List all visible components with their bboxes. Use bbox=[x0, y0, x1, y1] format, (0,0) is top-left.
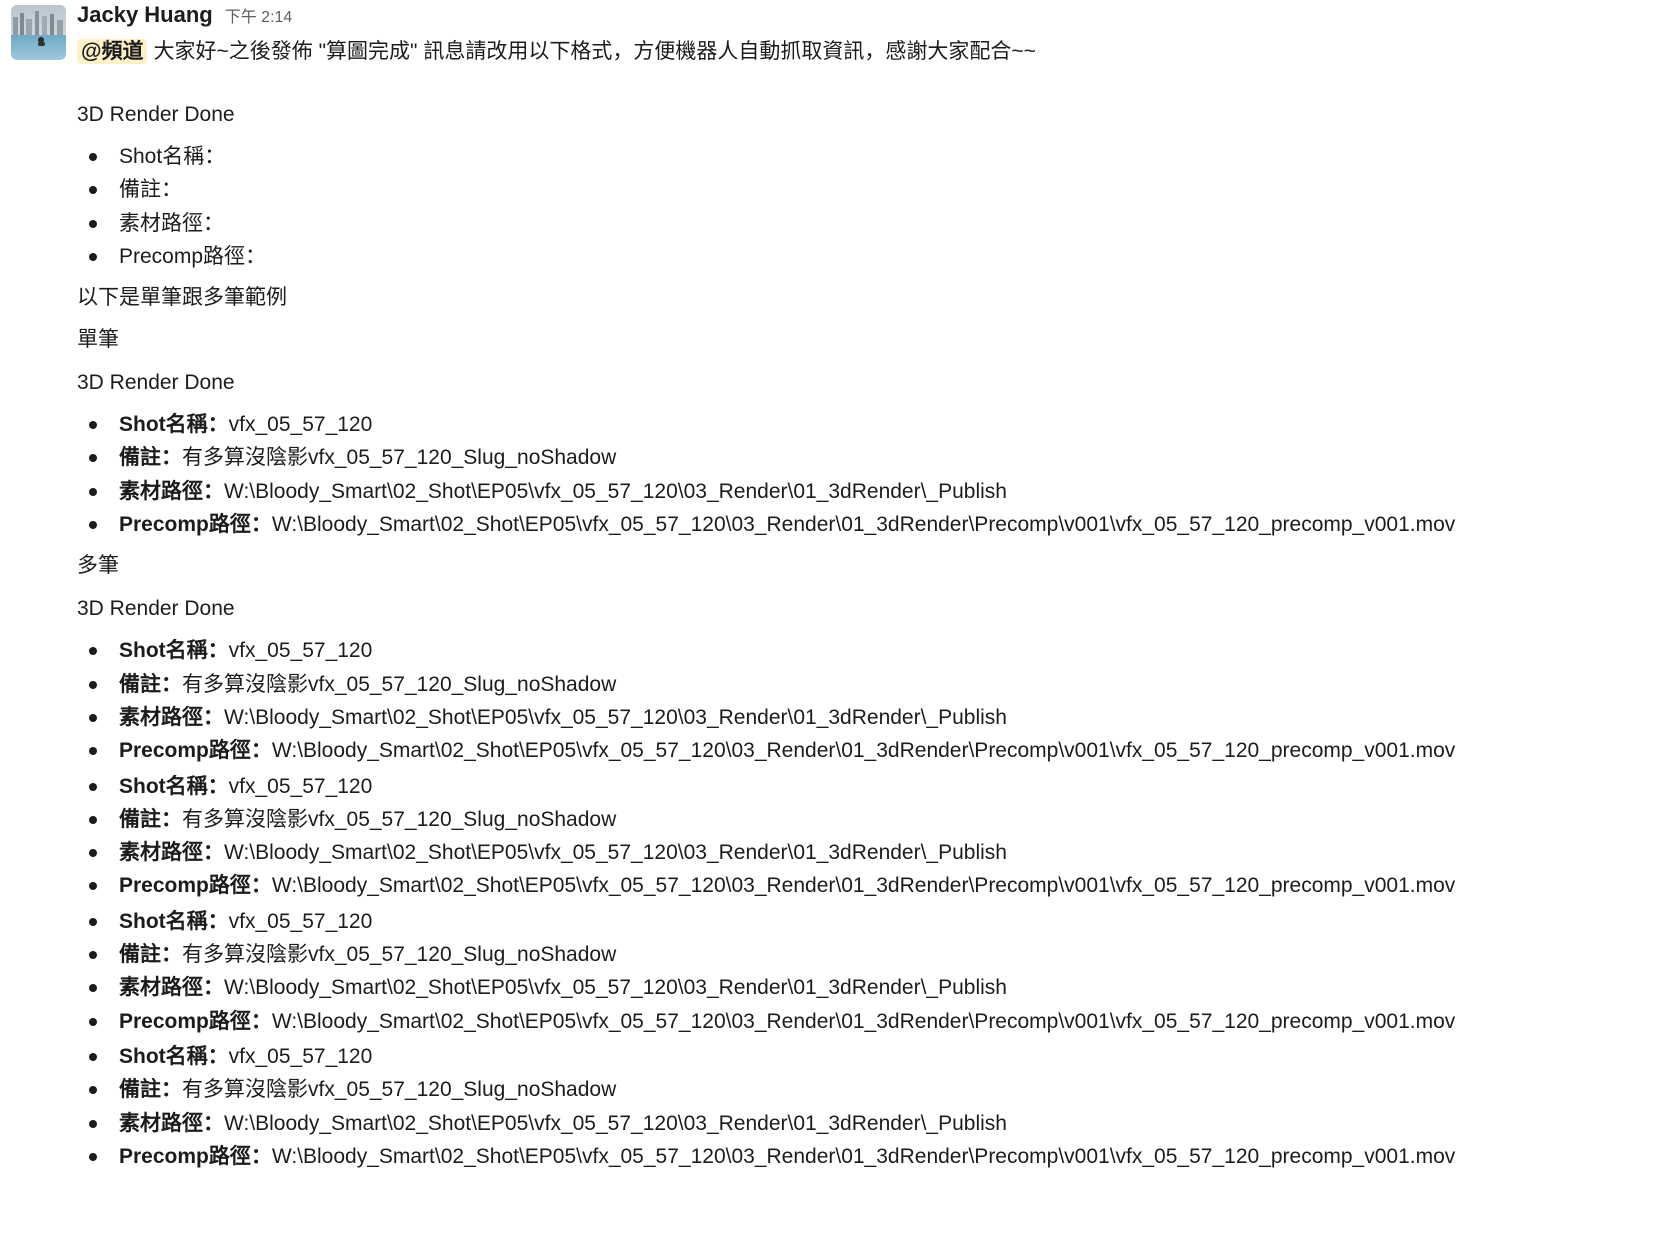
list-item: Precomp路徑：W:\Bloody_Smart\02_Shot\EP05\v… bbox=[77, 1005, 1667, 1038]
shot-label: Shot名稱： bbox=[119, 639, 229, 663]
precomp-label: Precomp路徑： bbox=[119, 1144, 272, 1168]
multi-entry-list-3: Shot名稱：vfx_05_57_120 備註：有多算沒陰影vfx_05_57_… bbox=[77, 905, 1667, 1038]
template-list: Shot名稱： 備註： 素材路徑： Precomp路徑： bbox=[77, 140, 1667, 273]
list-item: Shot名稱：vfx_05_57_120 bbox=[77, 905, 1667, 938]
precomp-label: Precomp路徑： bbox=[119, 874, 272, 898]
precomp-path: W:\Bloody_Smart\02_Shot\EP05\vfx_05_57_1… bbox=[271, 739, 1456, 763]
message-header: Jacky Huang 下午 2:14 bbox=[77, 0, 1667, 36]
asset-path: W:\Bloody_Smart\02_Shot\EP05\vfx_05_57_1… bbox=[224, 705, 1007, 729]
note-label: 備註： bbox=[119, 807, 182, 831]
template-heading: 3D Render Done bbox=[77, 103, 235, 126]
list-item: Precomp路徑： bbox=[77, 240, 1667, 273]
list-item: Shot名稱：vfx_05_57_120 bbox=[77, 770, 1667, 803]
list-item: 備註： bbox=[77, 173, 1667, 206]
list-item: 備註：有多算沒陰影vfx_05_57_120_Slug_noShadow bbox=[77, 1073, 1667, 1106]
list-item: 備註：有多算沒陰影vfx_05_57_120_Slug_noShadow bbox=[77, 803, 1667, 836]
message-intro: @頻道 大家好~之後發佈 "算圖完成" 訊息請改用以下格式，方便機器人自動抓取資訊… bbox=[77, 36, 1667, 68]
multi-entry-list-4: Shot名稱：vfx_05_57_120 備註：有多算沒陰影vfx_05_57_… bbox=[77, 1040, 1667, 1173]
message-timestamp[interactable]: 下午 2:14 bbox=[225, 3, 293, 27]
shot-value: vfx_05_57_120 bbox=[228, 909, 373, 933]
single-entry-list: Shot名稱：vfx_05_57_120 備註：有多算沒陰影vfx_05_57_… bbox=[77, 408, 1667, 541]
channel-mention[interactable]: @頻道 bbox=[77, 39, 148, 64]
precomp-path: W:\Bloody_Smart\02_Shot\EP05\vfx_05_57_1… bbox=[271, 1144, 1456, 1168]
list-item: 備註：有多算沒陰影vfx_05_57_120_Slug_noShadow bbox=[77, 668, 1667, 701]
intro-text: 大家好~之後發佈 "算圖完成" 訊息請改用以下格式，方便機器人自動抓取資訊，感謝… bbox=[153, 40, 1036, 63]
precomp-path: W:\Bloody_Smart\02_Shot\EP05\vfx_05_57_1… bbox=[271, 1009, 1456, 1033]
message-content: Jacky Huang 下午 2:14 @頻道 大家好~之後發佈 "算圖完成" 訊… bbox=[77, 0, 1667, 1173]
list-item: Precomp路徑：W:\Bloody_Smart\02_Shot\EP05\v… bbox=[77, 508, 1667, 541]
precomp-path: W:\Bloody_Smart\02_Shot\EP05\vfx_05_57_1… bbox=[271, 513, 1456, 537]
list-item: 素材路徑：W:\Bloody_Smart\02_Shot\EP05\vfx_05… bbox=[77, 475, 1667, 508]
shot-value: vfx_05_57_120 bbox=[228, 774, 373, 798]
shot-label: Shot名稱： bbox=[119, 413, 229, 437]
asset-path: W:\Bloody_Smart\02_Shot\EP05\vfx_05_57_1… bbox=[224, 841, 1007, 865]
list-item: 素材路徑：W:\Bloody_Smart\02_Shot\EP05\vfx_05… bbox=[77, 836, 1667, 869]
list-item: 備註：有多算沒陰影vfx_05_57_120_Slug_noShadow bbox=[77, 938, 1667, 971]
multi-entry-list-1: Shot名稱：vfx_05_57_120 備註：有多算沒陰影vfx_05_57_… bbox=[77, 634, 1667, 767]
asset-label: 素材路徑： bbox=[119, 841, 224, 865]
shot-label: Shot名稱： bbox=[119, 909, 229, 933]
note-value: 有多算沒陰影vfx_05_57_120_Slug_noShadow bbox=[182, 807, 617, 831]
asset-label: 素材路徑： bbox=[119, 1111, 224, 1135]
list-item: Precomp路徑：W:\Bloody_Smart\02_Shot\EP05\v… bbox=[77, 734, 1667, 767]
asset-path: W:\Bloody_Smart\02_Shot\EP05\vfx_05_57_1… bbox=[224, 976, 1007, 1000]
list-item: 備註：有多算沒陰影vfx_05_57_120_Slug_noShadow bbox=[77, 441, 1667, 474]
list-item: 素材路徑：W:\Bloody_Smart\02_Shot\EP05\vfx_05… bbox=[77, 971, 1667, 1004]
single-heading: 3D Render Done bbox=[77, 371, 235, 395]
note-label: 備註： bbox=[119, 446, 182, 470]
precomp-path: W:\Bloody_Smart\02_Shot\EP05\vfx_05_57_1… bbox=[271, 874, 1456, 898]
note-value: 有多算沒陰影vfx_05_57_120_Slug_noShadow bbox=[182, 1078, 617, 1102]
note-label: 備註： bbox=[119, 1078, 182, 1102]
multi-label: 多筆 bbox=[77, 554, 119, 578]
list-item: 素材路徑：W:\Bloody_Smart\02_Shot\EP05\vfx_05… bbox=[77, 1107, 1667, 1140]
multi-entry-list-2: Shot名稱：vfx_05_57_120 備註：有多算沒陰影vfx_05_57_… bbox=[77, 770, 1667, 903]
shot-value: vfx_05_57_120 bbox=[228, 1044, 373, 1068]
note-value: 有多算沒陰影vfx_05_57_120_Slug_noShadow bbox=[182, 672, 617, 696]
asset-label: 素材路徑： bbox=[119, 976, 224, 1000]
sender-name[interactable]: Jacky Huang bbox=[77, 2, 213, 28]
note-label: 備註： bbox=[119, 943, 182, 967]
asset-path: W:\Bloody_Smart\02_Shot\EP05\vfx_05_57_1… bbox=[224, 479, 1007, 503]
note-value: 有多算沒陰影vfx_05_57_120_Slug_noShadow bbox=[182, 943, 617, 967]
list-item: Shot名稱：vfx_05_57_120 bbox=[77, 1040, 1667, 1073]
multi-heading: 3D Render Done bbox=[77, 597, 235, 621]
list-item: Shot名稱： bbox=[77, 140, 1667, 173]
note-label: 備註： bbox=[119, 672, 182, 696]
shot-label: Shot名稱： bbox=[119, 1044, 229, 1068]
list-item: Shot名稱：vfx_05_57_120 bbox=[77, 408, 1667, 441]
shot-value: vfx_05_57_120 bbox=[228, 413, 373, 437]
list-item: Precomp路徑：W:\Bloody_Smart\02_Shot\EP05\v… bbox=[77, 1140, 1667, 1173]
list-item: Precomp路徑：W:\Bloody_Smart\02_Shot\EP05\v… bbox=[77, 869, 1667, 902]
precomp-label: Precomp路徑： bbox=[119, 739, 272, 763]
avatar-image bbox=[11, 5, 66, 60]
shot-value: vfx_05_57_120 bbox=[228, 639, 373, 663]
asset-label: 素材路徑： bbox=[119, 479, 224, 503]
avatar[interactable] bbox=[11, 5, 66, 60]
single-label: 單筆 bbox=[77, 328, 119, 352]
precomp-label: Precomp路徑： bbox=[119, 1009, 272, 1033]
examples-intro: 以下是單筆跟多筆範例 bbox=[77, 286, 287, 310]
list-item: 素材路徑：W:\Bloody_Smart\02_Shot\EP05\vfx_05… bbox=[77, 701, 1667, 734]
shot-label: Shot名稱： bbox=[119, 774, 229, 798]
list-item: Shot名稱：vfx_05_57_120 bbox=[77, 634, 1667, 667]
note-value: 有多算沒陰影vfx_05_57_120_Slug_noShadow bbox=[182, 446, 617, 470]
asset-label: 素材路徑： bbox=[119, 705, 224, 729]
list-item: 素材路徑： bbox=[77, 207, 1667, 240]
asset-path: W:\Bloody_Smart\02_Shot\EP05\vfx_05_57_1… bbox=[224, 1111, 1007, 1135]
precomp-label: Precomp路徑： bbox=[119, 513, 272, 537]
